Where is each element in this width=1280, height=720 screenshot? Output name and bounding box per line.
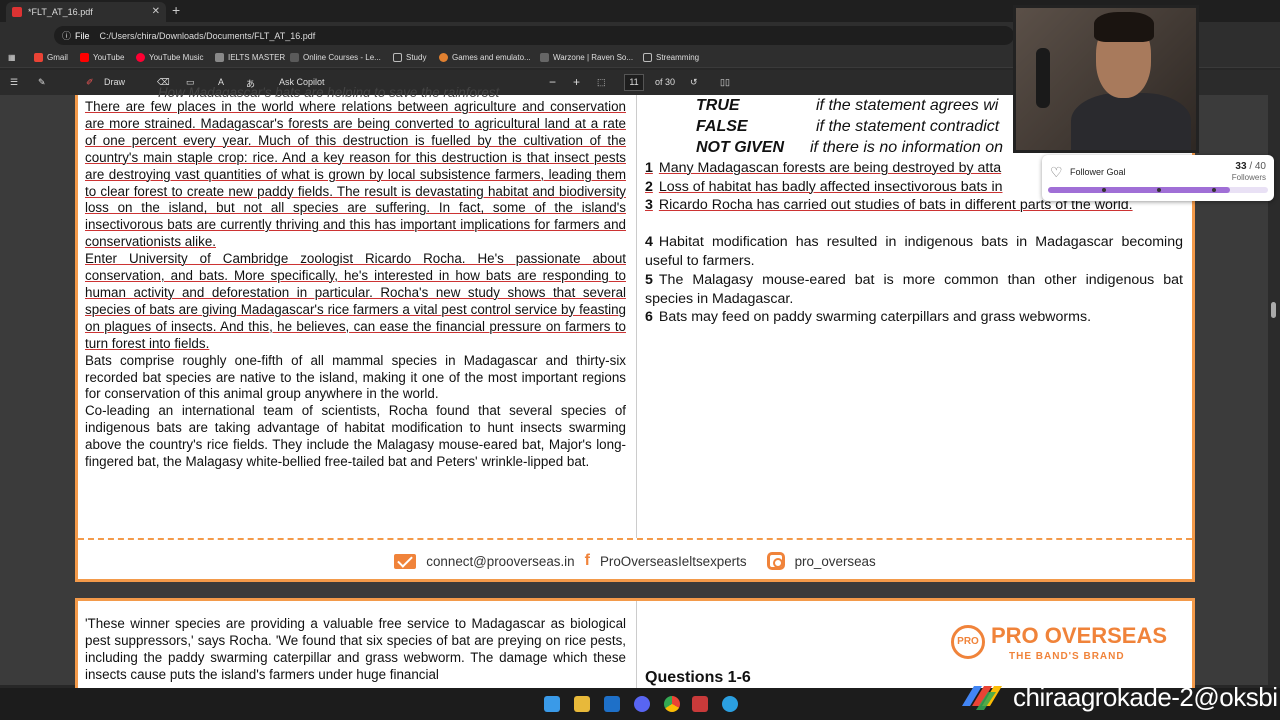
brand-seal: PRO: [951, 625, 985, 659]
bookmark-youtube[interactable]: YouTube: [80, 53, 124, 62]
footer-facebook: ProOverseasIeltsexperts: [599, 553, 747, 569]
brand-name: PRO OVERSEAS: [991, 623, 1168, 648]
youtube-music-icon: [136, 53, 145, 62]
bookmark-study[interactable]: Study: [393, 53, 426, 62]
goal-label: Follower Goal: [1070, 167, 1126, 177]
heart-icon: ♡: [1050, 164, 1063, 180]
column-divider: [636, 95, 637, 538]
bookmark-ielts-master[interactable]: IELTS MASTER: [215, 53, 285, 62]
start-icon[interactable]: [544, 696, 560, 712]
snipping-tool-icon[interactable]: [692, 696, 708, 712]
folder-icon: [393, 53, 402, 62]
file-explorer-icon[interactable]: [574, 696, 590, 712]
page-number-input[interactable]: 11: [624, 74, 644, 91]
passage-paragraph: Enter University of Cambridge zoologist …: [85, 251, 626, 351]
edge-icon[interactable]: [722, 696, 738, 712]
ielts-icon: [215, 53, 224, 62]
discord-icon[interactable]: [634, 696, 650, 712]
passage-paragraph: Co-leading an international team of scie…: [85, 403, 626, 470]
bookmark-gmail[interactable]: Gmail: [34, 53, 68, 62]
bookmark-streamming[interactable]: Streamming: [643, 53, 699, 62]
facebook-icon: f: [584, 552, 590, 569]
goal-progress-bar: [1048, 187, 1268, 193]
url-text: C:/Users/chira/Downloads/Documents/FLT_A…: [99, 30, 316, 41]
url-scheme: File: [75, 30, 90, 41]
webcam-overlay: [1013, 5, 1199, 153]
column-divider: [636, 601, 637, 691]
instagram-icon: [766, 552, 785, 570]
questions-heading: Questions 1-6: [645, 669, 751, 686]
goal-milestone: [1102, 188, 1106, 192]
chrome-icon[interactable]: [664, 696, 680, 712]
google-pay-logo: [962, 686, 1002, 710]
info-icon: ⓘ: [62, 31, 72, 41]
bookmark-warzone[interactable]: Warzone | Raven So...: [540, 53, 633, 62]
rotate-icon[interactable]: ↺: [690, 77, 698, 88]
bookmark-games[interactable]: Games and emulato...: [439, 53, 531, 62]
pdf-page-12: 'These winner species are providing a va…: [75, 598, 1195, 691]
pdf-page-11: How Madagascar's bats are helping to sav…: [75, 85, 1195, 582]
browser-tab[interactable]: *FLT_AT_16.pdf ✕: [6, 2, 166, 22]
passage-column: How Madagascar's bats are helping to sav…: [85, 85, 626, 471]
page-total: of 30: [655, 77, 676, 87]
passage-paragraph: 'These winner species are providing a va…: [85, 616, 626, 682]
folder-icon: [643, 53, 652, 62]
courses-icon: [290, 53, 299, 62]
passage-heading: How Madagascar's bats are helping to sav…: [158, 85, 500, 97]
new-tab-button[interactable]: +: [172, 2, 180, 18]
bookmark-youtube-music[interactable]: YouTube Music: [136, 53, 204, 62]
gmail-icon: [34, 53, 43, 62]
passage-paragraph: There are few places in the world where …: [85, 99, 626, 250]
footer-email: connect@prooverseas.in: [426, 553, 575, 569]
brand-logo: PRO PRO OVERSEAS THE BAND'S BRAND: [951, 621, 1171, 671]
goal-progress-fill: [1048, 187, 1230, 193]
draw-icon[interactable]: ✐: [86, 77, 94, 88]
contents-icon[interactable]: ☰: [10, 77, 18, 88]
page-view-icon[interactable]: ▯▯: [720, 77, 730, 88]
goal-unit: Followers: [1231, 173, 1266, 182]
microphone: [1036, 48, 1050, 108]
streamer-body: [1071, 93, 1191, 150]
passage-column: 'These winner species are providing a va…: [85, 616, 626, 684]
passage-paragraph: Bats comprise roughly one-fifth of all m…: [85, 352, 626, 402]
question-4: 4 Habitat modification has resulted in in…: [645, 234, 1183, 269]
pdf-icon: [12, 7, 22, 17]
apps-icon[interactable]: ▦: [8, 53, 16, 62]
goal-milestone: [1212, 188, 1216, 192]
legend-not-given: NOT GIVEN if there is no information on: [696, 139, 1003, 156]
email-icon: [394, 553, 417, 569]
draw-button[interactable]: Draw: [104, 77, 125, 87]
scrollbar-thumb[interactable]: [1271, 302, 1276, 318]
follower-goal-widget: ♡ Follower Goal 33 / 40 Followers: [1042, 155, 1274, 201]
address-bar[interactable]: ⓘ File C:/Users/chira/Downloads/Document…: [54, 26, 1014, 45]
page-footer: connect@prooverseas.in f ProOverseasIelt…: [78, 538, 1192, 582]
goal-count: 33 / 40: [1235, 161, 1266, 172]
question-5: 5 The Malagasy mouse-eared bat is more co…: [645, 272, 1183, 307]
legend-true: TRUE if the statement agrees wi: [696, 97, 999, 114]
outlook-icon[interactable]: [604, 696, 620, 712]
bookmark-online-courses[interactable]: Online Courses - Le...: [290, 53, 381, 62]
streamer-hair: [1094, 12, 1154, 42]
goal-milestone: [1157, 188, 1161, 192]
warzone-icon: [540, 53, 549, 62]
legend-false: FALSE if the statement contradict: [696, 118, 1000, 135]
footer-instagram: pro_overseas: [794, 553, 876, 569]
upi-id: chiraagrokade-2@oksbi: [1013, 682, 1278, 712]
tab-title: *FLT_AT_16.pdf: [28, 7, 93, 17]
close-tab-icon[interactable]: ✕: [152, 6, 160, 17]
question-6: 6 Bats may feed on paddy swarming caterpi…: [645, 309, 1092, 325]
games-icon: [439, 53, 448, 62]
highlight-icon[interactable]: ✎: [38, 77, 46, 88]
brand-tagline: THE BAND'S BRAND: [1009, 651, 1125, 662]
youtube-icon: [80, 53, 89, 62]
